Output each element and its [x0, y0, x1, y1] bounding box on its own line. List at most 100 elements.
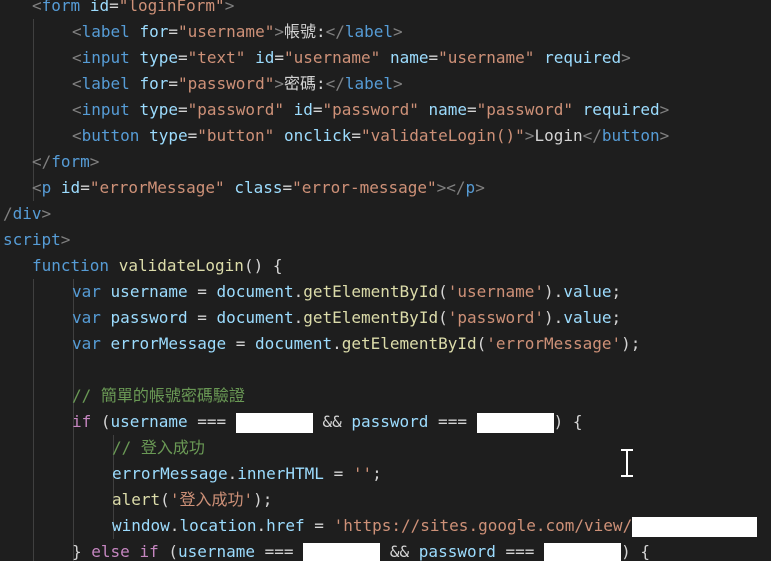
code-line[interactable]: function validateLogin() { — [32, 253, 282, 279]
code-token: div — [12, 204, 42, 223]
code-line[interactable]: var errorMessage = document.getElementBy… — [72, 331, 640, 357]
code-token: 密碼: — [283, 74, 326, 93]
code-line[interactable]: </form> — [32, 149, 99, 175]
code-token: === — [187, 412, 236, 431]
code-line[interactable]: <label for="password">密碼:</label> — [72, 71, 403, 97]
code-token: > — [60, 230, 71, 249]
code-token: password — [351, 412, 429, 431]
code-line[interactable]: var username = document.getElementById('… — [72, 279, 621, 305]
code-token: = — [187, 282, 217, 301]
code-token: === — [428, 412, 477, 431]
code-token: label — [344, 74, 394, 93]
code-line[interactable]: // 登入成功 — [112, 435, 205, 461]
code-token: = — [304, 516, 334, 535]
code-token: = — [187, 308, 217, 327]
code-token: = — [351, 126, 362, 145]
code-token: username — [110, 412, 188, 431]
code-token: > — [621, 48, 631, 67]
redaction-box — [303, 542, 381, 561]
code-token: = — [168, 22, 178, 41]
code-token: < — [72, 22, 82, 41]
redaction-box — [544, 542, 622, 561]
code-token: input — [81, 100, 130, 119]
code-line[interactable]: } else if (username === && password === … — [72, 539, 650, 561]
code-token: button — [601, 126, 660, 145]
code-token: > — [475, 178, 485, 197]
code-token: . — [293, 282, 304, 301]
code-token: < — [72, 48, 82, 67]
code-token: > — [393, 22, 403, 41]
code-token: > — [524, 126, 535, 145]
code-token: ( — [438, 282, 448, 301]
code-token: "errorMessage" — [89, 178, 225, 197]
code-token: Login — [534, 126, 583, 145]
code-token: id — [60, 178, 81, 197]
code-token: form — [41, 0, 81, 15]
text-cursor-icon — [621, 449, 633, 477]
code-token: "password" — [178, 74, 275, 93]
code-token: / — [3, 204, 13, 223]
code-token: name — [389, 48, 429, 67]
code-token: 'https://sites.google.com/view/ — [333, 516, 633, 535]
code-line[interactable]: script> — [3, 227, 70, 253]
code-token: () { — [243, 256, 283, 275]
code-line[interactable]: <input type="text" id="username" name="u… — [72, 45, 631, 71]
code-token: < — [72, 74, 82, 93]
code-token: ></ — [436, 178, 466, 197]
code-token: "password" — [322, 100, 419, 119]
code-token: password — [110, 308, 188, 327]
code-token: "error-message" — [292, 178, 437, 197]
code-token: . — [169, 516, 180, 535]
code-token: getElementById — [303, 308, 439, 327]
code-line[interactable]: // 簡單的帳號密碼驗證 — [72, 383, 245, 409]
code-line[interactable]: <label for="username">帳號:</label> — [72, 19, 403, 45]
code-token: = — [323, 464, 353, 483]
code-line[interactable]: <p id="errorMessage" class="error-messag… — [32, 175, 485, 201]
code-token: "password" — [476, 100, 573, 119]
code-line[interactable]: <button type="button" onclick="validateL… — [72, 123, 669, 149]
code-token: innerHTML — [237, 464, 324, 483]
code-line[interactable]: errorMessage.innerHTML = ''; — [112, 461, 382, 487]
code-token: getElementById — [303, 282, 439, 301]
code-token: > — [41, 204, 52, 223]
code-line[interactable]: var password = document.getElementById('… — [72, 305, 621, 331]
code-token: } — [72, 542, 92, 561]
code-token: = — [282, 178, 293, 197]
code-token: > — [274, 22, 284, 41]
code-token: = — [177, 48, 188, 67]
code-token: username — [110, 282, 188, 301]
code-token: 帳號: — [283, 22, 326, 41]
code-token: ( — [158, 542, 178, 561]
code-token: > — [274, 74, 284, 93]
code-line[interactable]: alert('登入成功'); — [112, 487, 272, 513]
code-line[interactable]: <form id="loginForm"> — [32, 0, 234, 19]
code-token: if — [139, 542, 159, 561]
code-line[interactable]: /div> — [3, 201, 51, 227]
code-token: 'errorMessage' — [486, 334, 622, 353]
code-token: === — [255, 542, 304, 561]
code-editor[interactable]: <form id="loginForm"> <label for="usernam… — [0, 0, 771, 561]
code-token: </ — [582, 126, 602, 145]
code-line[interactable]: <input type="password" id="password" nam… — [72, 97, 669, 123]
code-line[interactable]: if (username === && password === ) { — [72, 409, 583, 435]
code-token: window — [112, 516, 170, 535]
code-token: . — [332, 334, 342, 353]
code-line[interactable]: window.location.href = 'https://sites.go… — [112, 513, 758, 539]
indent-guide-line — [33, 279, 34, 561]
code-token: class — [234, 178, 283, 197]
code-token: '登入成功' — [169, 490, 254, 509]
